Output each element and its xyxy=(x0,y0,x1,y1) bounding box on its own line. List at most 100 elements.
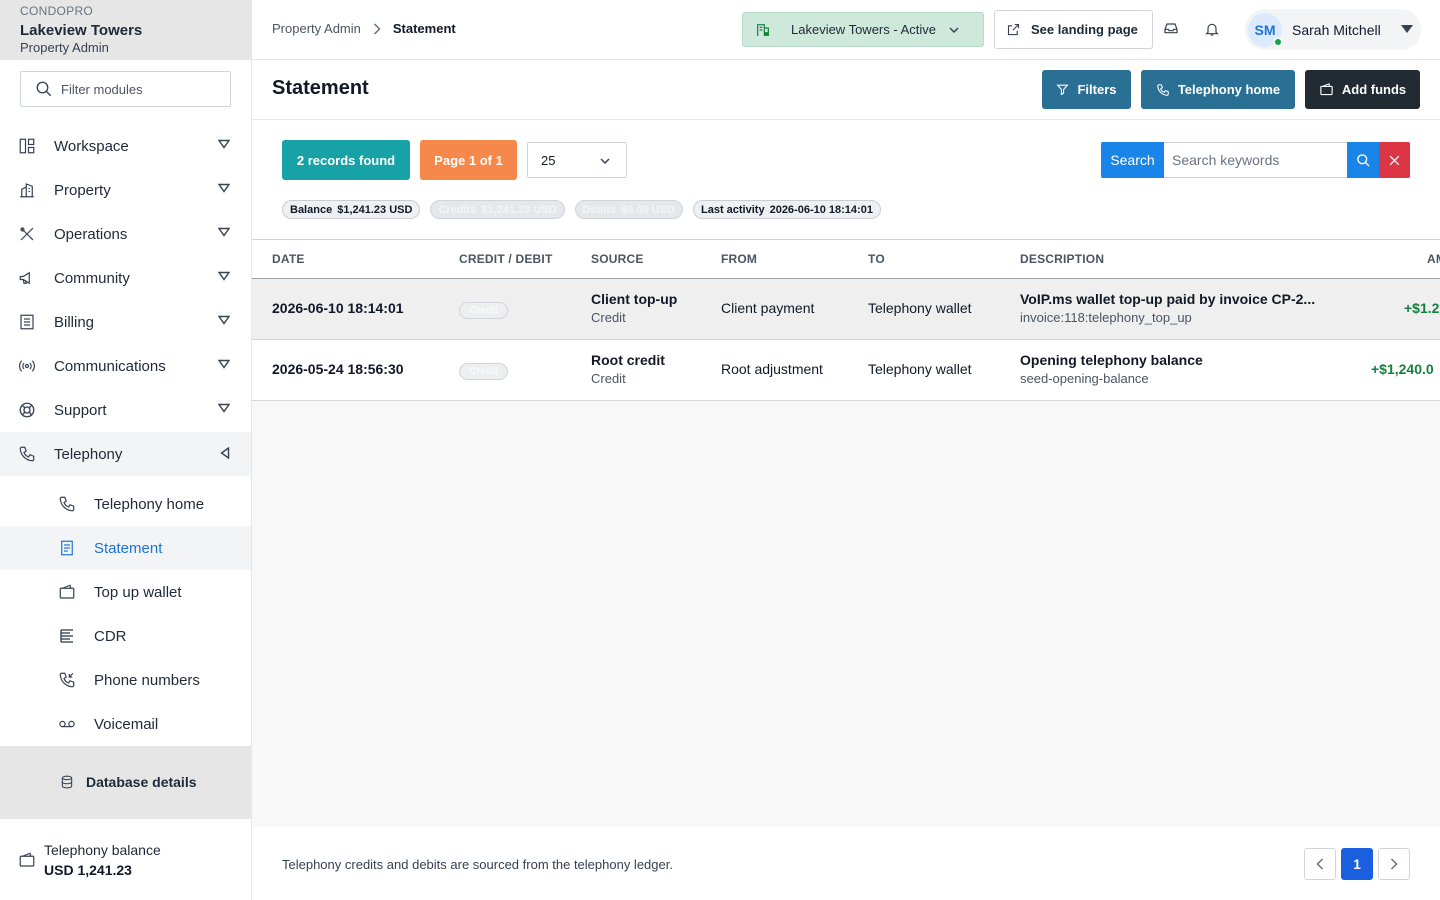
column-header-to[interactable]: TO xyxy=(868,252,885,266)
previous-page-button[interactable] xyxy=(1304,848,1336,880)
pill-label: Last activity xyxy=(700,203,765,216)
sidebar-subitem-label: Telephony home xyxy=(94,495,205,513)
phone-icon xyxy=(18,445,36,463)
sidebar-subitem-label: Voicemail xyxy=(94,715,159,733)
credit-debit-tag: Credit xyxy=(459,302,508,319)
bell-icon[interactable] xyxy=(1204,20,1220,38)
sidebar-item-community[interactable]: Community xyxy=(0,256,251,300)
sidebar-item-workspace[interactable]: Workspace xyxy=(0,124,251,168)
sidebar-subitem-top-up-wallet[interactable]: Top up wallet xyxy=(0,570,251,614)
pill-value: 2026-06-10 18:14:01 xyxy=(769,203,873,216)
column-header-from[interactable]: FROM xyxy=(721,252,757,266)
breadcrumb-property-admin[interactable]: Property Admin xyxy=(272,21,361,36)
telephony-balance-panel: Telephony balance USD 1,241.23 xyxy=(0,818,251,900)
sidebar-item-property[interactable]: Property xyxy=(0,168,251,212)
receipt-icon xyxy=(18,313,36,331)
cell-description: Opening telephony balance seed-opening-b… xyxy=(1020,352,1203,386)
pill-label: Debits xyxy=(582,203,617,216)
phone-icon xyxy=(1156,83,1170,97)
filters-button[interactable]: Filters xyxy=(1042,70,1131,109)
property-selector[interactable]: Lakeview Towers - Active xyxy=(742,12,984,47)
table-row[interactable]: 2026-05-24 18:56:30 Credit Root credit C… xyxy=(252,340,1440,401)
breadcrumb: Property Admin Statement xyxy=(272,21,456,36)
telephony-home-button[interactable]: Telephony home xyxy=(1141,70,1295,109)
filter-modules-input[interactable] xyxy=(61,81,221,97)
chevron-down-icon xyxy=(218,271,230,281)
avatar-initials: SM xyxy=(1254,21,1276,38)
document-icon xyxy=(58,539,76,557)
sidebar-item-telephony[interactable]: Telephony xyxy=(0,432,251,476)
user-menu[interactable]: SM Sarah Mitchell xyxy=(1245,9,1421,50)
filters-label: Filters xyxy=(1077,82,1117,97)
description-subtitle: seed-opening-balance xyxy=(1020,371,1149,386)
page-indicator-badge: Page 1 of 1 xyxy=(420,140,517,180)
user-name: Sarah Mitchell xyxy=(1292,21,1381,38)
add-funds-button[interactable]: Add funds xyxy=(1305,70,1420,109)
summary-pills: Balance $1,241.23 USD Credits $1,241.23 US… xyxy=(282,200,891,219)
table-row[interactable]: 2026-06-10 18:14:01 Credit Client top-up… xyxy=(252,279,1440,340)
sidebar-subitem-cdr[interactable]: CDR xyxy=(0,614,251,658)
column-header-date[interactable]: DATE xyxy=(272,252,305,266)
next-page-button[interactable] xyxy=(1378,848,1410,880)
ledger-note: Telephony credits and debits are sourced… xyxy=(282,857,673,872)
cell-date: 2026-06-10 18:14:01 xyxy=(272,300,404,316)
database-icon xyxy=(60,774,74,790)
chevron-down-icon xyxy=(218,227,230,237)
page-button-current[interactable]: 1 xyxy=(1341,848,1373,880)
column-header-description[interactable]: DESCRIPTION xyxy=(1020,252,1104,266)
sidebar-subitem-label: Top up wallet xyxy=(94,583,182,601)
clear-search-button[interactable] xyxy=(1379,142,1410,178)
search-field[interactable] xyxy=(1164,142,1348,178)
sidebar-subitem-phone-numbers[interactable]: Phone numbers xyxy=(0,658,251,702)
property-name: Lakeview Towers xyxy=(20,22,143,39)
sidebar-subitem-statement[interactable]: Statement xyxy=(0,526,251,570)
wallet-icon xyxy=(58,583,76,601)
wallet-icon xyxy=(18,851,36,869)
inbox-icon[interactable] xyxy=(1163,20,1179,36)
chevron-down-icon xyxy=(600,157,610,165)
sidebar-item-support[interactable]: Support xyxy=(0,388,251,432)
column-header-source[interactable]: SOURCE xyxy=(591,252,644,266)
lifebuoy-icon xyxy=(18,401,36,419)
caret-down-icon xyxy=(1401,25,1413,33)
source-title: Root credit xyxy=(591,352,665,368)
description-title: Opening telephony balance xyxy=(1020,352,1203,368)
telephony-balance-value: USD 1,241.23 xyxy=(44,861,132,878)
sidebar-item-label: Property xyxy=(54,181,111,199)
sidebar: CONDOPRO Lakeview Towers Property Admin … xyxy=(0,0,252,900)
sidebar-subitem-voicemail[interactable]: Voicemail xyxy=(0,702,251,746)
cell-source: Root credit Credit xyxy=(591,352,665,386)
chevron-left-icon xyxy=(1316,858,1324,870)
chevron-down-icon xyxy=(949,26,959,34)
online-status-dot xyxy=(1273,36,1283,47)
sidebar-item-operations[interactable]: Operations xyxy=(0,212,251,256)
brand-block: CONDOPRO Lakeview Towers Property Admin xyxy=(0,0,251,60)
page-title: Statement xyxy=(272,77,369,99)
sidebar-subitem-label: Statement xyxy=(94,539,163,557)
database-details-button[interactable]: Database details xyxy=(0,746,251,818)
cell-to: Telephony wallet xyxy=(868,361,972,377)
sidebar-item-communications[interactable]: Communications xyxy=(0,344,251,388)
per-page-select[interactable]: 25 xyxy=(527,142,627,178)
pill-label: Credits xyxy=(438,203,477,216)
description-subtitle: invoice:118:telephony_top_up xyxy=(1020,310,1192,325)
cell-date: 2026-05-24 18:56:30 xyxy=(272,361,404,377)
sidebar-subitem-label: CDR xyxy=(94,627,127,645)
cell-amount: +$1.2 xyxy=(1404,300,1440,316)
sidebar-subitem-telephony-home[interactable]: Telephony home xyxy=(0,482,251,526)
sidebar-item-billing[interactable]: Billing xyxy=(0,300,251,344)
search-input[interactable] xyxy=(1172,152,1340,168)
database-details-label: Database details xyxy=(86,774,197,790)
building-icon xyxy=(18,181,36,199)
column-header-amount[interactable]: AM xyxy=(1427,252,1440,266)
source-title: Client top-up xyxy=(591,291,678,307)
chevron-right-icon xyxy=(1390,858,1398,870)
see-landing-page-button[interactable]: See landing page xyxy=(994,10,1153,49)
avatar: SM xyxy=(1248,12,1283,47)
balance-pill: Balance $1,241.23 USD xyxy=(282,200,421,219)
filter-modules-field[interactable] xyxy=(20,71,231,107)
see-landing-page-label: See landing page xyxy=(1031,22,1138,37)
search-submit-button[interactable] xyxy=(1347,142,1379,178)
list-controls: 2 records found Page 1 of 1 25 Search Ba… xyxy=(252,120,1440,240)
column-header-credit-debit[interactable]: CREDIT / DEBIT xyxy=(459,252,552,266)
